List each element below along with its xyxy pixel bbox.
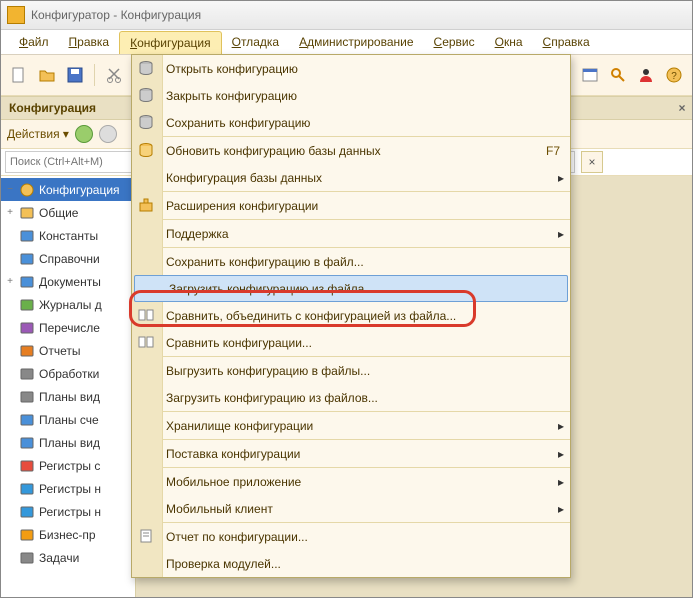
tree-item[interactable]: +Документы xyxy=(1,270,135,293)
menu-close-config[interactable]: Закрыть конфигурацию xyxy=(132,82,570,109)
tree-item[interactable]: Регистры н xyxy=(1,477,135,500)
tree-item[interactable]: +Общие xyxy=(1,201,135,224)
tree-item-icon xyxy=(19,251,35,267)
open-folder-button[interactable] xyxy=(35,63,59,87)
compare-icon xyxy=(138,307,156,325)
menu-load-from-file[interactable]: Загрузить конфигурацию из файла... xyxy=(134,275,568,302)
menu-support[interactable]: Поддержка▸ xyxy=(132,220,570,247)
tree-item-icon xyxy=(19,297,35,313)
menu-edit[interactable]: Правка xyxy=(59,30,120,54)
user-button[interactable] xyxy=(634,63,658,87)
tree-item[interactable]: Журналы д xyxy=(1,293,135,316)
window-title: Конфигуратор - Конфигурация xyxy=(31,8,201,22)
menu-storage[interactable]: Хранилище конфигурации▸ xyxy=(132,412,570,439)
tree-item[interactable]: Планы вид xyxy=(1,385,135,408)
tree-item-icon xyxy=(19,389,35,405)
gear-button[interactable] xyxy=(99,125,117,143)
menu-configuration[interactable]: Конфигурация xyxy=(119,31,222,54)
tree-item[interactable]: Перечисле xyxy=(1,316,135,339)
report-icon xyxy=(138,528,156,546)
menu-save-config[interactable]: Сохранить конфигурацию xyxy=(132,109,570,136)
menu-windows[interactable]: Окна xyxy=(485,30,533,54)
menu-compare-configs[interactable]: Сравнить конфигурации... xyxy=(132,329,570,356)
submenu-arrow-icon: ▸ xyxy=(552,419,570,433)
menu-db-config[interactable]: Конфигурация базы данных▸ xyxy=(132,164,570,191)
tree-item-icon xyxy=(19,343,35,359)
collapse-icon[interactable]: − xyxy=(5,184,15,195)
find-button[interactable] xyxy=(606,63,630,87)
search-clear-button[interactable]: × xyxy=(581,151,603,173)
tree-item-icon xyxy=(19,205,35,221)
menu-delivery[interactable]: Поставка конфигурации▸ xyxy=(132,440,570,467)
db-open-icon xyxy=(138,60,156,78)
help-button[interactable]: ? xyxy=(662,63,686,87)
tree-item-icon xyxy=(19,274,35,290)
menu-debug[interactable]: Отладка xyxy=(222,30,289,54)
menu-mobile-app[interactable]: Мобильное приложение▸ xyxy=(132,468,570,495)
svg-text:?: ? xyxy=(671,71,677,82)
menu-save-to-file[interactable]: Сохранить конфигурацию в файл... xyxy=(132,248,570,275)
menu-service[interactable]: Сервис xyxy=(424,30,485,54)
tree-item-icon xyxy=(19,228,35,244)
expand-icon[interactable]: + xyxy=(5,207,15,218)
menu-mobile-client[interactable]: Мобильный клиент▸ xyxy=(132,495,570,522)
cut-button[interactable] xyxy=(102,63,126,87)
menu-open-config[interactable]: Открыть конфигурацию xyxy=(132,55,570,82)
tree-item-icon xyxy=(19,550,35,566)
save-button[interactable] xyxy=(63,63,87,87)
tree-item-icon xyxy=(19,481,35,497)
actions-menu[interactable]: Действия ▾ xyxy=(7,127,69,141)
tree-item-icon xyxy=(19,504,35,520)
menu-compare-merge-file[interactable]: Сравнить, объединить с конфигурацией из … xyxy=(132,302,570,329)
config-panel-title: Конфигурация xyxy=(9,101,96,115)
tree-root[interactable]: − Конфигурация xyxy=(1,178,135,201)
new-file-button[interactable] xyxy=(7,63,31,87)
tree-item-icon xyxy=(19,412,35,428)
calendar-button[interactable] xyxy=(578,63,602,87)
panel-close-button[interactable]: × xyxy=(672,101,692,115)
tree-item[interactable]: Отчеты xyxy=(1,339,135,362)
menu-admin[interactable]: Администрирование xyxy=(289,30,423,54)
menu-import-files[interactable]: Загрузить конфигурацию из файлов... xyxy=(132,384,570,411)
submenu-arrow-icon: ▸ xyxy=(552,227,570,241)
title-bar: Конфигуратор - Конфигурация xyxy=(1,1,692,30)
tree-item[interactable]: Справочни xyxy=(1,247,135,270)
menu-help[interactable]: Справка xyxy=(533,30,600,54)
config-tree[interactable]: − Конфигурация +ОбщиеКонстантыСправочни+… xyxy=(1,176,135,598)
tree-item[interactable]: Планы вид xyxy=(1,431,135,454)
add-button[interactable] xyxy=(75,125,93,143)
db-close-icon xyxy=(138,87,156,105)
menu-update-db[interactable]: Обновить конфигурацию базы данныхF7 xyxy=(132,137,570,164)
tree-item[interactable]: Задачи xyxy=(1,546,135,569)
tree-item[interactable]: Регистры н xyxy=(1,500,135,523)
menu-file[interactable]: Файл xyxy=(9,30,59,54)
tree-item[interactable]: Обработки xyxy=(1,362,135,385)
submenu-arrow-icon: ▸ xyxy=(552,475,570,489)
compare-icon xyxy=(138,334,156,352)
submenu-arrow-icon: ▸ xyxy=(552,502,570,516)
tree-item-icon xyxy=(19,366,35,382)
submenu-arrow-icon: ▸ xyxy=(552,447,570,461)
tree-item[interactable]: Регистры с xyxy=(1,454,135,477)
db-save-icon xyxy=(138,114,156,132)
app-icon xyxy=(7,6,25,24)
tree-item-icon xyxy=(19,527,35,543)
menu-module-check[interactable]: Проверка модулей... xyxy=(132,550,570,577)
menu-bar: Файл Правка Конфигурация Отладка Админис… xyxy=(1,30,692,55)
configuration-dropdown: Открыть конфигурацию Закрыть конфигураци… xyxy=(131,54,571,578)
expand-icon[interactable]: + xyxy=(5,276,15,287)
extensions-icon xyxy=(138,197,156,215)
menu-export-files[interactable]: Выгрузить конфигурацию в файлы... xyxy=(132,357,570,384)
tree-item[interactable]: Планы сче xyxy=(1,408,135,431)
db-update-icon xyxy=(138,142,156,160)
menu-config-report[interactable]: Отчет по конфигурации... xyxy=(132,523,570,550)
tree-item-icon xyxy=(19,320,35,336)
submenu-arrow-icon: ▸ xyxy=(552,171,570,185)
config-root-icon xyxy=(19,182,35,198)
tree-item[interactable]: Бизнес-пр xyxy=(1,523,135,546)
menu-extensions[interactable]: Расширения конфигурации xyxy=(132,192,570,219)
tree-item-icon xyxy=(19,458,35,474)
tree-item-icon xyxy=(19,435,35,451)
tree-item[interactable]: Константы xyxy=(1,224,135,247)
